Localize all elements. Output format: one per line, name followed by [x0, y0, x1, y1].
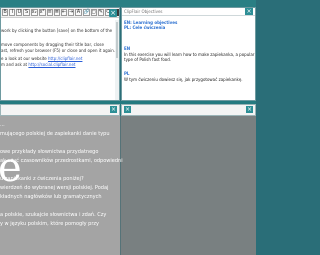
- close-icon[interactable]: ×: [245, 8, 253, 15]
- link[interactable]: http://clipflair.net: [48, 56, 82, 61]
- toolbar-button[interactable]: 🔗: [82, 9, 90, 16]
- heading-pl: PL: Cele ćwiczenia: [124, 25, 166, 30]
- toolbar-button[interactable]: ≣: [53, 9, 60, 16]
- document-text-line: a polskie, szukajcie słownictwa i zdań. …: [0, 212, 107, 218]
- document-text-line: kładnych nagłówków lub gramatycznych: [0, 194, 102, 200]
- toolbar-button[interactable]: S: [23, 9, 30, 16]
- collapsed-window-right[interactable]: × ×: [121, 104, 256, 116]
- pl-text: W tym ćwiczeniu dowiesz się, jak przygot…: [124, 77, 243, 82]
- toolbar-button[interactable]: x₂: [30, 9, 38, 16]
- editor-text-line: e a look at our website http://clipflair…: [1, 56, 83, 61]
- toolbar-button[interactable]: ≡: [46, 9, 53, 16]
- close-icon[interactable]: ×: [109, 9, 117, 17]
- toolbar-button[interactable]: x²: [38, 9, 46, 16]
- top-strip: [0, 0, 256, 7]
- pl-label: PL: [124, 71, 130, 76]
- close-icon[interactable]: ×: [124, 106, 131, 113]
- en-text-line-2: type of Polish fast food.: [124, 57, 172, 62]
- editor-text-line: work by clicking the button [save] on th…: [1, 28, 113, 33]
- toolbar-button[interactable]: ✎: [97, 9, 104, 16]
- collapsed-window-left[interactable]: ×: [0, 104, 120, 116]
- text-editor-window[interactable]: BIUSx₂x²≡≣⇤⇥A🔗◻✎⌫◼ × work by clicking th…: [0, 7, 120, 101]
- window-title: ClipFlair Objectives: [124, 9, 163, 14]
- close-icon[interactable]: ×: [110, 106, 117, 113]
- editor-text-line: move components by dragging their title …: [1, 42, 104, 47]
- toolbar-button[interactable]: ⇤: [60, 9, 68, 16]
- toolbar-button[interactable]: A: [75, 9, 82, 16]
- document-text-line: y w języku polskim, które pomogły przy: [0, 221, 99, 227]
- scrollbar-thumb[interactable]: [116, 22, 118, 58]
- document-text-line: ...: [0, 122, 5, 128]
- document-text-line: mującego polskiej de zapiekanki danie ty…: [0, 131, 110, 137]
- editor-text-line: m and ask at http://social.clipflair.net: [1, 62, 76, 67]
- objectives-window[interactable]: ClipFlair Objectives × EN: Learning obje…: [121, 7, 256, 101]
- toolbar-button[interactable]: ◻: [90, 9, 97, 16]
- en-label: EN: [124, 46, 131, 51]
- toolbar-button[interactable]: B: [2, 9, 9, 16]
- close-icon[interactable]: ×: [246, 106, 253, 113]
- overlay-letter: e: [0, 145, 22, 191]
- toolbar-button[interactable]: ⇥: [68, 9, 75, 16]
- editor-text-line: ast, refresh your browser (F5) or close …: [1, 48, 116, 53]
- toolbar-button[interactable]: U: [16, 9, 23, 16]
- editor-toolbar: BIUSx₂x²≡≣⇤⇥A🔗◻✎⌫◼: [1, 8, 119, 18]
- toolbar-button[interactable]: I: [9, 9, 16, 16]
- link[interactable]: http://social.clipflair.net: [28, 62, 75, 67]
